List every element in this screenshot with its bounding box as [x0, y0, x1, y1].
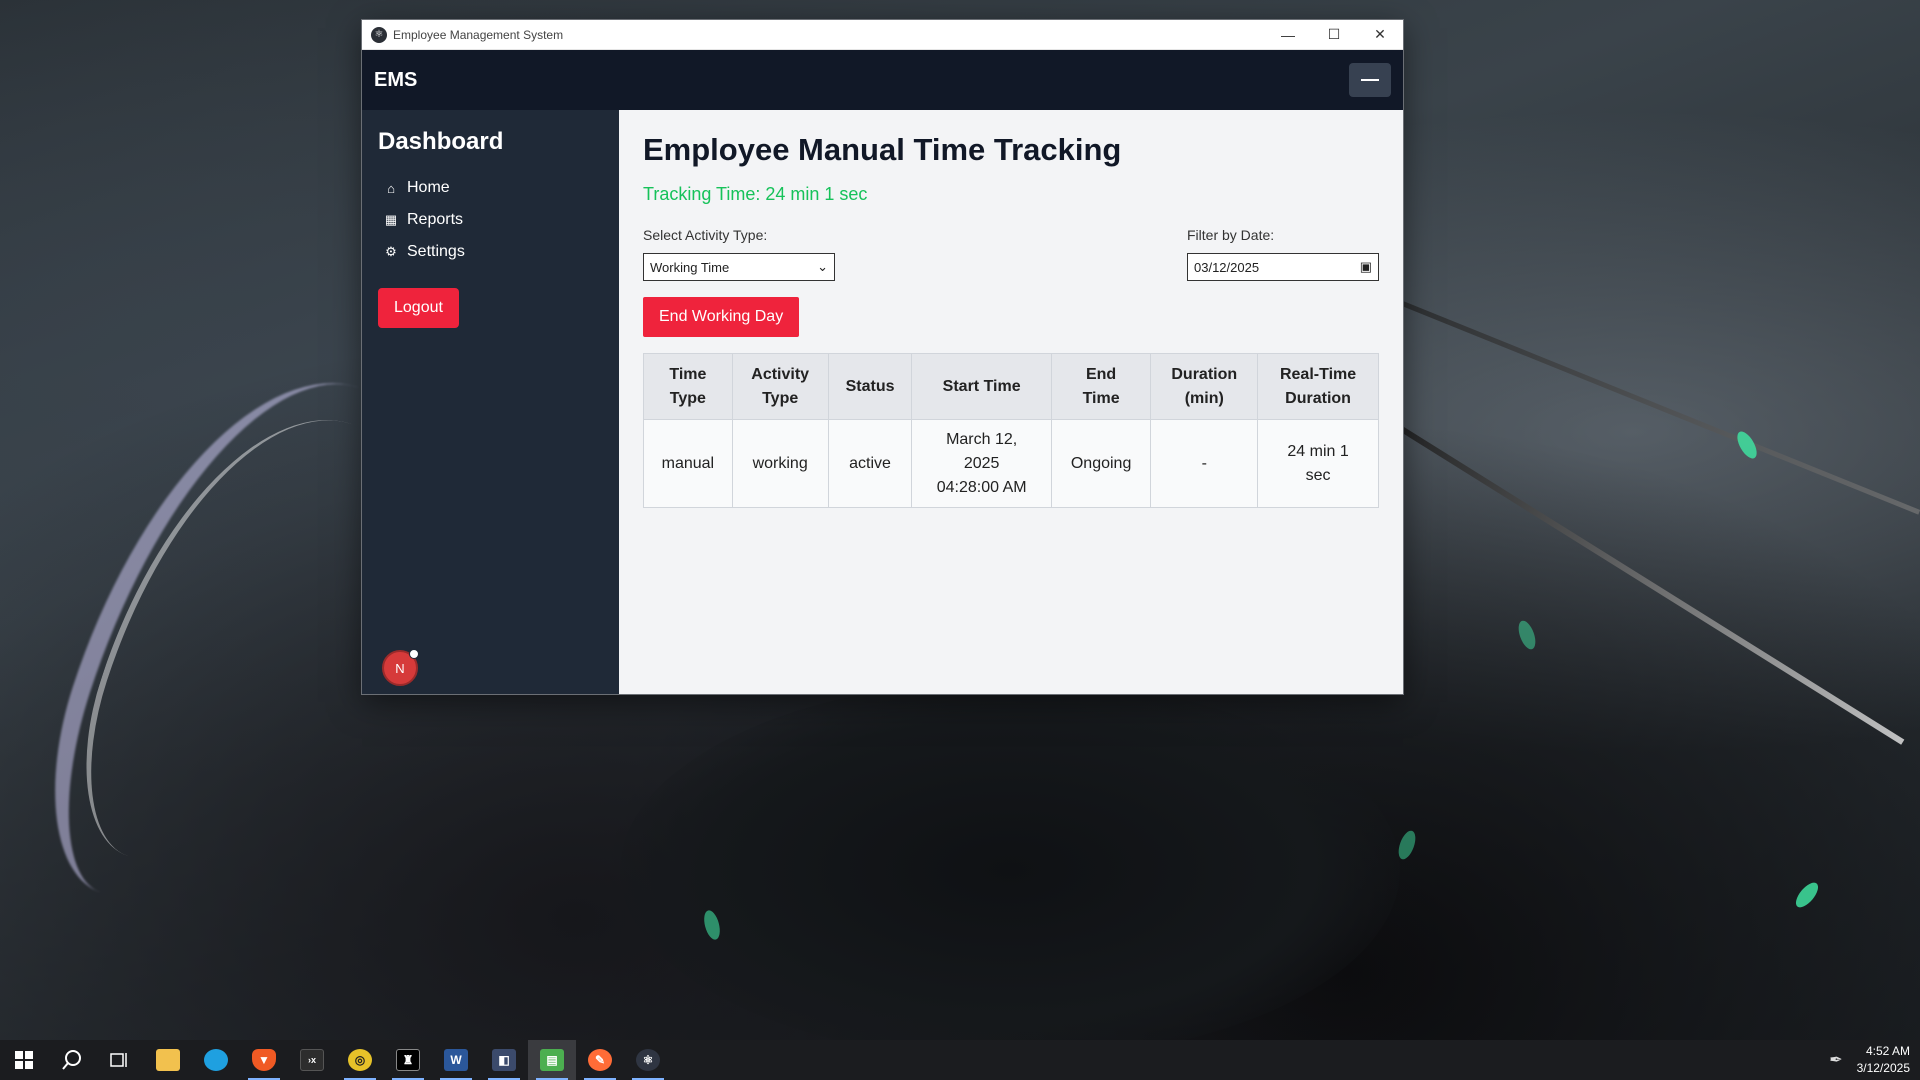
date-filter-value: 03/12/2025: [1194, 259, 1260, 275]
chart-icon: ▦: [384, 212, 398, 227]
pen-icon[interactable]: ✒: [1829, 1050, 1842, 1070]
activity-type-label: Select Activity Type:: [643, 227, 768, 243]
time-tracking-table: Time Type Activity Type Status Start Time …: [643, 353, 1379, 508]
sidebar-item-reports[interactable]: ▦ Reports: [378, 204, 603, 236]
sidebar-item-label: Home: [407, 179, 450, 196]
content-area: Dashboard ⌂ Home ▦ Reports ⚙ Settings Lo…: [362, 110, 1403, 694]
minimize-button[interactable]: —: [1265, 20, 1311, 50]
avatar-initial: N: [395, 660, 405, 676]
home-icon: ⌂: [387, 180, 395, 196]
sidebar: Dashboard ⌂ Home ▦ Reports ⚙ Settings Lo…: [362, 110, 619, 694]
column-header: Status: [827, 353, 913, 420]
edge-icon[interactable]: [192, 1040, 240, 1080]
wallpaper-figure: [620, 680, 1400, 1060]
system-tray: ✒ 4:52 AM 3/12/2025: [1829, 1043, 1920, 1077]
sidebar-heading: Dashboard: [378, 128, 504, 155]
app-logo-icon: ⚛: [371, 26, 387, 43]
column-header: Real-Time Duration: [1257, 353, 1379, 420]
sidebar-item-home[interactable]: ⌂ Home: [378, 172, 603, 204]
activity-field: Select Activity Type: Working Time ⌄: [643, 227, 835, 281]
wallpaper-sword-2: [1399, 300, 1920, 515]
chevron-down-icon: ⌄: [817, 259, 828, 274]
column-header: Duration (min): [1150, 353, 1259, 420]
avatar[interactable]: N: [382, 649, 419, 686]
sidebar-item-label: Settings: [407, 243, 465, 260]
brave-icon[interactable]: ▼: [240, 1040, 288, 1080]
wallpaper-leaf: [1791, 879, 1823, 911]
word-icon[interactable]: W: [432, 1040, 480, 1080]
calendar-icon[interactable]: ▣: [1360, 259, 1372, 275]
taskbar: ▼ ›x ◎ ♜ W ◧ ▤ ✎ ⚛ ✒ 4:52 AM 3/12/2025: [0, 1040, 1920, 1080]
main-panel: Employee Manual Time Tracking Tracking T…: [619, 110, 1403, 694]
electron-app-icon[interactable]: ⚛: [624, 1040, 672, 1080]
search-icon[interactable]: [48, 1040, 96, 1080]
end-working-day-button[interactable]: End Working Day: [643, 297, 800, 337]
filters-row: Select Activity Type: Working Time ⌄ Fil…: [643, 227, 1379, 281]
chat-app-icon[interactable]: ◎: [336, 1040, 384, 1080]
cell-start-time: March 12, 2025 04:28:00 AM: [911, 419, 1052, 508]
wallpaper-leaf: [1395, 828, 1419, 862]
app-window: ⚛ Employee Management System — ☐ ✕ EMS D…: [362, 20, 1403, 694]
column-header: Time Type: [643, 353, 733, 420]
status-dot-icon: [409, 649, 419, 659]
gear-icon: ⚙: [385, 244, 397, 259]
cell-end-time: Ongoing: [1050, 419, 1152, 508]
sidebar-item-settings[interactable]: ⚙ Settings: [378, 236, 603, 268]
cell-realtime-duration: 24 min 1 sec: [1257, 419, 1379, 508]
tracking-time-text: Tracking Time: 24 min 1 sec: [643, 184, 868, 204]
postman-icon[interactable]: ✎: [576, 1040, 624, 1080]
date-filter-field: Filter by Date: 03/12/2025 ▣: [1187, 227, 1379, 281]
file-explorer-icon[interactable]: [144, 1040, 192, 1080]
table-row: manual working active March 12, 2025 04:28…: [643, 419, 1379, 508]
windows-start-icon[interactable]: [0, 1040, 48, 1080]
menu-toggle-button[interactable]: [1349, 63, 1391, 97]
top-navbar: EMS: [362, 50, 1403, 110]
page-title: Employee Manual Time Tracking: [643, 132, 1122, 167]
column-header: End Time: [1050, 353, 1152, 420]
column-header: Activity Type: [731, 353, 829, 420]
sheets-icon[interactable]: ▤: [528, 1040, 576, 1080]
maximize-button[interactable]: ☐: [1311, 20, 1357, 50]
column-header: Start Time: [911, 353, 1052, 420]
cell-time-type: manual: [643, 419, 733, 508]
logout-button[interactable]: Logout: [378, 288, 459, 328]
cell-duration: -: [1150, 419, 1259, 508]
clock[interactable]: 4:52 AM 3/12/2025: [1857, 1043, 1910, 1077]
sidebar-item-label: Reports: [407, 211, 464, 228]
clock-date: 3/12/2025: [1856, 1061, 1910, 1075]
activity-type-value: Working Time: [650, 259, 730, 275]
table-header-row: Time Type Activity Type Status Start Time …: [643, 353, 1379, 420]
menu-bar-icon: [1361, 79, 1379, 81]
window-title: Employee Management System: [393, 27, 564, 42]
date-filter-input[interactable]: 03/12/2025 ▣: [1187, 253, 1379, 281]
wallpaper-sword: [1358, 400, 1905, 745]
brand-logo[interactable]: EMS: [374, 69, 417, 92]
cell-activity-type: working: [731, 419, 829, 508]
clock-time: 4:52 AM: [1865, 1044, 1910, 1058]
cell-status: active: [827, 419, 913, 508]
task-view-icon[interactable]: [96, 1040, 144, 1080]
game-icon[interactable]: ♜: [384, 1040, 432, 1080]
close-button[interactable]: ✕: [1357, 20, 1403, 50]
terminal-icon[interactable]: ›x: [288, 1040, 336, 1080]
wallpaper-leaf: [1515, 618, 1539, 652]
visual-studio-icon[interactable]: ◧: [480, 1040, 528, 1080]
window-titlebar[interactable]: ⚛ Employee Management System — ☐ ✕: [362, 20, 1403, 50]
activity-type-select[interactable]: Working Time ⌄: [643, 253, 835, 281]
date-filter-label: Filter by Date:: [1187, 227, 1275, 243]
